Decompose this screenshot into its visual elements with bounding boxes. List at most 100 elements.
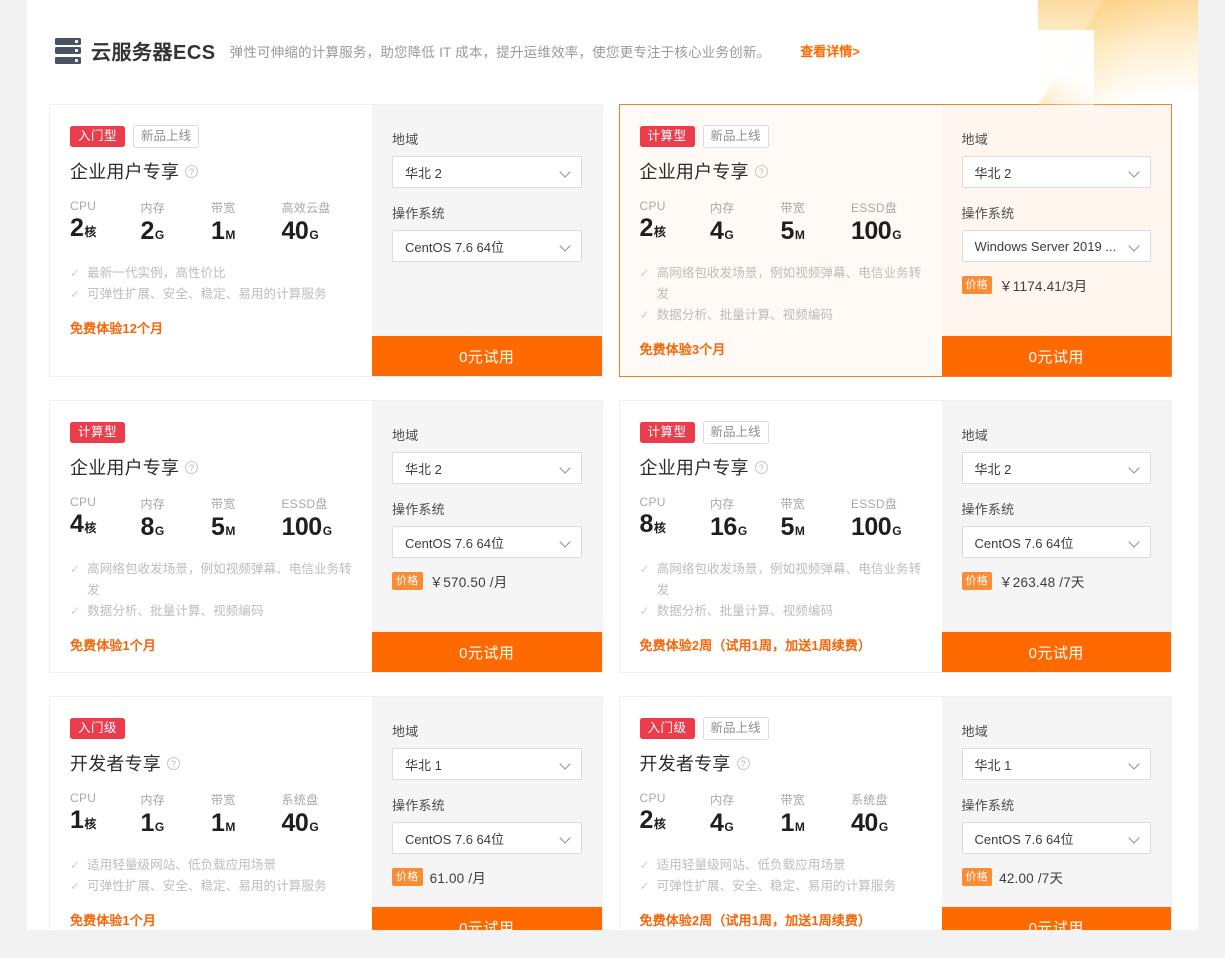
os-select[interactable]: CentOS 7.6 64位 <box>392 822 582 854</box>
help-icon[interactable]: ? <box>736 756 750 770</box>
spec-label: 带宽 <box>211 201 236 215</box>
spec-value: 1G <box>141 809 212 838</box>
spec-item: ESSD盘 100G <box>851 495 922 542</box>
card-spec-pane: 入门级 新品上线 开发者专享 ? CPU 2核 内存 4G 带宽 1M 系统盘 … <box>620 697 942 930</box>
card-title-row: 企业用户专享 ? <box>70 454 352 480</box>
os-select[interactable]: CentOS 7.6 64位 <box>961 526 1151 558</box>
help-icon[interactable]: ? <box>185 164 199 178</box>
spec-number: 5 <box>211 513 225 541</box>
spec-label: 带宽 <box>211 497 236 511</box>
check-icon: ✓ <box>639 562 650 576</box>
spec-number: 40 <box>281 809 309 837</box>
spec-value: 5M <box>781 217 852 246</box>
region-selected-value: 华北 1 <box>974 757 1012 773</box>
price-value: ￥263.48 /7天 <box>999 575 1085 590</box>
product-card[interactable]: 入门型 新品上线 企业用户专享 ? CPU 2核 内存 2G 带宽 1M 高效云… <box>50 105 602 376</box>
feature-list: ✓ 最新一代实例，高性价比 ✓ 可弹性扩展、安全、稳定、易用的计算服务 <box>70 263 352 305</box>
os-select[interactable]: Windows Server 2019 ... <box>961 230 1151 262</box>
check-icon: ✓ <box>639 308 650 322</box>
check-icon: ✓ <box>70 287 81 301</box>
spec-number: 2 <box>639 214 654 242</box>
spec-label: ESSD盘 <box>851 201 898 215</box>
ecs-trial-page: 云服务器ECS 弹性可伸缩的计算服务，助您降低 IT 成本，提升运维效率，使您更… <box>27 0 1198 930</box>
region-select[interactable]: 华北 2 <box>961 452 1151 484</box>
spec-value: 100G <box>851 217 922 246</box>
spec-number: 8 <box>639 510 654 538</box>
region-select[interactable]: 华北 2 <box>392 156 582 188</box>
view-detail-link[interactable]: 查看详情> <box>800 41 860 60</box>
spec-value: 4G <box>710 217 781 246</box>
os-select[interactable]: CentOS 7.6 64位 <box>392 526 582 558</box>
card-config-pane: 地域 华北 2 操作系统 CentOS 7.6 64位 价格 ￥570.50 /… <box>372 401 602 672</box>
help-icon[interactable]: ? <box>167 756 180 770</box>
os-select[interactable]: CentOS 7.6 64位 <box>392 230 582 262</box>
feature-text: 数据分析、批量计算、视频编码 <box>656 604 834 618</box>
spec-number: 4 <box>70 510 84 538</box>
check-icon: ✓ <box>639 604 650 618</box>
badge-row: 入门型 新品上线 <box>70 125 352 148</box>
product-card[interactable]: 计算型 新品上线 企业用户专享 ? CPU 8核 内存 16G 带宽 5M ES… <box>619 401 1171 672</box>
check-icon: ✓ <box>639 879 650 893</box>
spec-value: 2G <box>141 217 212 246</box>
spec-label: CPU <box>70 199 97 213</box>
free-trial-button[interactable]: 0元试用 <box>372 907 602 930</box>
spec-value: 1核 <box>70 806 141 835</box>
free-trial-text: 免费体验12个月 <box>70 321 164 336</box>
spec-label: 系统盘 <box>281 793 319 807</box>
spec-unit: G <box>892 524 902 538</box>
region-selected-value: 华北 2 <box>405 165 442 181</box>
chevron-down-icon <box>560 463 571 474</box>
free-trial-text: 免费体验1个月 <box>70 638 156 653</box>
help-icon[interactable]: ? <box>754 164 768 178</box>
spec-label: 高效云盘 <box>281 201 331 215</box>
spec-value: 8G <box>141 513 212 542</box>
free-trial-button[interactable]: 0元试用 <box>941 336 1171 376</box>
help-icon[interactable]: ? <box>754 460 768 474</box>
spec-value: 2核 <box>640 806 711 835</box>
region-select[interactable]: 华北 2 <box>961 156 1151 188</box>
spec-unit: M <box>225 820 236 834</box>
free-trial-text: 免费体验1个月 <box>70 913 156 928</box>
spec-number: 4 <box>710 217 724 245</box>
free-trial-button[interactable]: 0元试用 <box>941 632 1171 672</box>
product-card[interactable]: 入门级 开发者专享 ? CPU 1核 内存 1G 带宽 1M 系统盘 40G ✓ <box>50 697 602 930</box>
card-config-pane: 地域 华北 1 操作系统 CentOS 7.6 64位 价格 61.00 /月 … <box>372 697 602 930</box>
card-spec-pane: 计算型 新品上线 企业用户专享 ? CPU 8核 内存 16G 带宽 5M ES… <box>620 401 942 672</box>
card-title-row: 企业用户专享 ? <box>70 158 352 184</box>
region-select[interactable]: 华北 1 <box>392 748 582 780</box>
spec-label: CPU <box>639 199 666 213</box>
spec-label: 内存 <box>710 497 735 511</box>
spec-label: CPU <box>639 791 666 805</box>
product-card[interactable]: 计算型 企业用户专享 ? CPU 4核 内存 8G 带宽 5M ESSD盘 10… <box>50 401 602 672</box>
help-icon[interactable]: ? <box>185 460 199 474</box>
card-spec-pane: 入门级 开发者专享 ? CPU 1核 内存 1G 带宽 1M 系统盘 40G ✓ <box>50 697 372 930</box>
spec-label: 带宽 <box>211 793 236 807</box>
product-card[interactable]: 入门级 新品上线 开发者专享 ? CPU 2核 内存 4G 带宽 1M 系统盘 … <box>619 697 1171 930</box>
spec-unit: M <box>225 524 236 538</box>
price-value: 61.00 /月 <box>429 871 486 886</box>
price-tag-badge: 价格 <box>961 868 993 886</box>
spec-item: 系统盘 40G <box>282 791 353 838</box>
spec-unit: G <box>309 228 319 242</box>
product-card[interactable]: 计算型 新品上线 企业用户专享 ? CPU 2核 内存 4G 带宽 5M ESS… <box>618 104 1172 377</box>
region-select[interactable]: 华北 1 <box>961 748 1151 780</box>
feature-text: 高网络包收发场景，例如视频弹幕、电信业务转发 <box>87 562 352 597</box>
region-select[interactable]: 华北 2 <box>392 452 582 484</box>
spec-unit: G <box>322 524 333 538</box>
spec-unit: M <box>794 228 805 242</box>
feature-list: ✓ 高网络包收发场景，例如视频弹幕、电信业务转发 ✓ 数据分析、批量计算、视频编… <box>640 263 922 326</box>
card-title-row: 企业用户专享 ? <box>640 158 922 184</box>
spec-unit: G <box>154 228 165 242</box>
card-title-row: 开发者专享 ? <box>70 750 352 776</box>
os-select[interactable]: CentOS 7.6 64位 <box>961 822 1151 854</box>
chevron-down-icon <box>560 167 571 178</box>
free-trial-button[interactable]: 0元试用 <box>372 336 602 376</box>
price-value: ￥1174.41/3月 <box>999 279 1088 294</box>
card-title: 开发者专享 <box>639 754 731 774</box>
card-config-pane: 地域 华北 2 操作系统 Windows Server 2019 ... 价格 … <box>941 105 1171 376</box>
free-trial-button[interactable]: 0元试用 <box>941 907 1171 930</box>
spec-number: 2 <box>639 806 654 834</box>
spec-list: CPU 1核 内存 1G 带宽 1M 系统盘 40G <box>70 791 352 838</box>
free-trial-button[interactable]: 0元试用 <box>372 632 602 672</box>
feature-text: 数据分析、批量计算、视频编码 <box>87 604 264 618</box>
